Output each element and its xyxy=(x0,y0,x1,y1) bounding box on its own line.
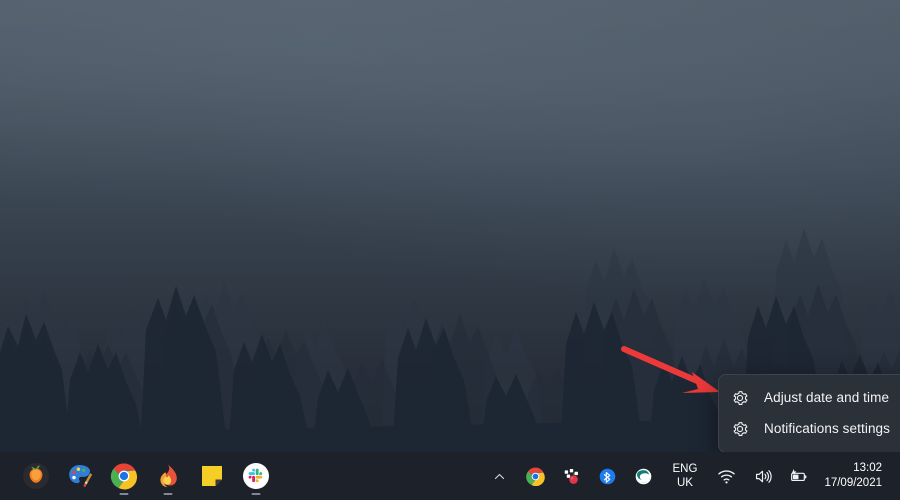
chevron-up-icon xyxy=(494,473,505,479)
bluetooth-icon xyxy=(599,468,616,484)
system-tray: ENG UK 13:02 17/09/2021 xyxy=(482,452,900,500)
paint-palette-icon xyxy=(69,465,93,487)
taskbar: ENG UK 13:02 17/09/2021 xyxy=(0,452,900,500)
app-running-indicator xyxy=(251,492,261,495)
slack-icon xyxy=(243,463,269,489)
desktop-screen: Adjust date and time Notifications setti… xyxy=(0,0,900,500)
tray-network-button[interactable] xyxy=(708,456,744,496)
menu-item-adjust-date-and-time[interactable]: Adjust date and time xyxy=(719,382,900,413)
edge-icon xyxy=(635,468,652,484)
tray-show-hidden-icons-button[interactable] xyxy=(482,456,518,496)
chrome-icon xyxy=(110,463,138,490)
taskbar-app-paint[interactable] xyxy=(58,454,102,498)
fl-studio-icon xyxy=(23,463,49,489)
menu-item-label: Notifications settings xyxy=(764,421,891,436)
speaker-icon xyxy=(755,469,772,483)
tray-battery-button[interactable] xyxy=(780,456,816,496)
app-running-indicator xyxy=(163,492,173,495)
menu-item-notifications-settings[interactable]: Notifications settings xyxy=(719,413,900,444)
taskbar-app-google-chrome[interactable] xyxy=(102,454,146,498)
taskbar-app-fl-studio[interactable] xyxy=(14,454,58,498)
chrome-tray-icon xyxy=(526,467,545,486)
gear-icon xyxy=(733,421,748,436)
taskbar-app-blaze[interactable] xyxy=(146,454,190,498)
tray-icon-chrome[interactable] xyxy=(518,456,554,496)
gear-icon xyxy=(733,390,748,405)
tray-icon-edge[interactable] xyxy=(626,456,662,496)
tray-volume-button[interactable] xyxy=(744,456,780,496)
language-line-1: ENG xyxy=(672,463,698,475)
wifi-icon xyxy=(718,469,735,483)
tray-icon-bluetooth[interactable] xyxy=(590,456,626,496)
flame-icon xyxy=(160,464,177,488)
language-indicator[interactable]: ENG UK xyxy=(664,455,707,497)
menu-item-label: Adjust date and time xyxy=(764,390,890,405)
battery-charging-icon xyxy=(791,468,807,481)
taskbar-app-slack[interactable] xyxy=(234,454,278,498)
language-line-2: UK xyxy=(676,477,693,489)
clock-time: 13:02 xyxy=(853,462,882,474)
raspberry-tray-icon xyxy=(564,468,578,484)
tray-icon-raspberry[interactable] xyxy=(554,456,590,496)
taskbar-clock[interactable]: 13:02 17/09/2021 xyxy=(816,455,892,497)
clock-date: 17/09/2021 xyxy=(824,477,882,489)
clock-context-menu[interactable]: Adjust date and time Notifications setti… xyxy=(718,374,900,453)
app-running-indicator xyxy=(119,492,129,495)
taskbar-app-sticky-notes[interactable] xyxy=(190,454,234,498)
taskbar-app-buttons xyxy=(0,452,278,500)
sticky-notes-icon xyxy=(202,466,222,486)
